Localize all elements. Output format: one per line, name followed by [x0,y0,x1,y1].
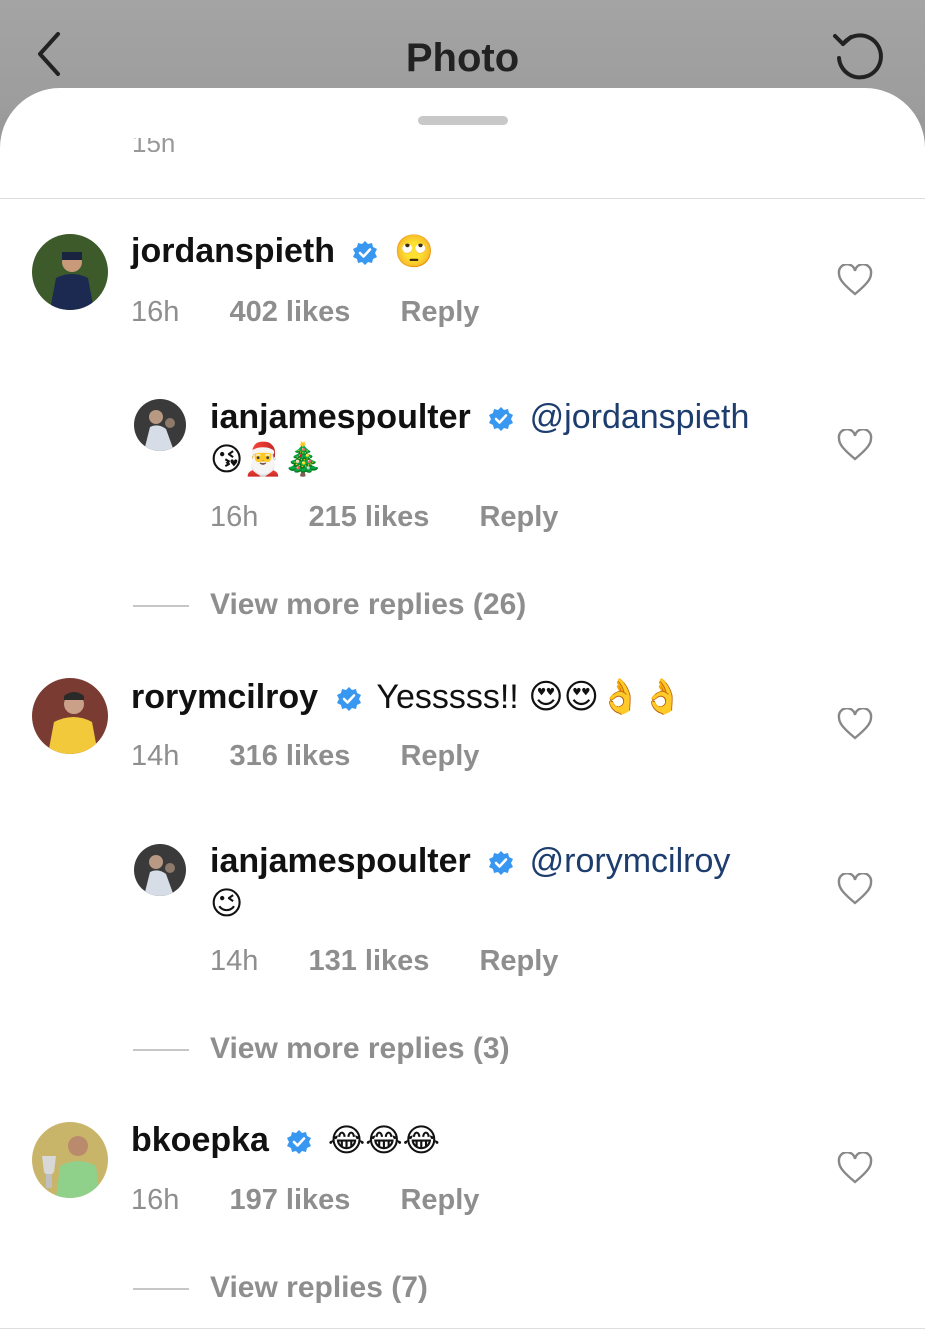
comment-line: jordanspieth 🙄 [131,232,434,271]
comments-sheet: 15h jordanspieth 🙄 16h 402 likes Reply [0,88,925,1337]
divider [0,198,925,199]
mention-link[interactable]: @jordanspieth [530,398,750,436]
reply-button[interactable]: Reply [479,945,558,977]
reply-text: 😘🎅🎄 [210,441,324,477]
reply-likes[interactable]: 131 likes [308,945,429,977]
mention-link[interactable]: @rorymcilroy [530,842,731,880]
verified-badge-icon [489,407,514,432]
avatar-rorymcilroy[interactable] [32,678,108,754]
reply-time: 16h [210,501,259,533]
divider-line [133,1049,189,1051]
avatar-bkoepka[interactable] [32,1122,108,1198]
cut-off-timestamp: 15h [132,138,175,152]
verified-badge-icon [353,241,378,266]
verified-badge-icon [336,687,361,712]
reply-text: 😉 [210,885,244,921]
comment-line: rorymcilroy Yesssss!! 😍😍👌👌 [131,677,684,717]
reply-meta: 14h 131 likes Reply [210,945,600,978]
reply-button[interactable]: Reply [400,740,479,772]
sheet-drag-handle[interactable] [418,116,508,125]
reply-button[interactable]: Reply [479,501,558,533]
verified-badge-icon [489,851,514,876]
comment-likes[interactable]: 316 likes [229,740,350,772]
page-title: Photo [405,36,520,80]
comment-username[interactable]: jordanspieth [131,232,335,270]
reply-line: ianjamespoulter @rorymcilroy [210,842,730,881]
view-replies-button[interactable]: View replies (7) [210,1271,428,1305]
divider-line [133,1288,189,1290]
like-heart-icon[interactable] [837,708,873,740]
reply-username[interactable]: ianjamespoulter [210,842,471,880]
verified-badge-icon [287,1130,312,1155]
comment-likes[interactable]: 402 likes [229,296,350,328]
like-heart-icon[interactable] [837,429,873,461]
avatar-ianjamespoulter[interactable] [134,399,186,451]
refresh-icon[interactable] [831,28,887,84]
comment-meta: 16h 197 likes Reply [131,1184,521,1217]
reply-line: ianjamespoulter @jordanspieth [210,398,749,437]
avatar-ianjamespoulter[interactable] [134,844,186,896]
like-heart-icon[interactable] [837,873,873,905]
comment-meta: 14h 316 likes Reply [131,740,521,773]
comment-text: 🙄 [393,233,434,269]
view-more-replies-button[interactable]: View more replies (3) [210,1032,510,1066]
divider-line [133,605,189,607]
reply-button[interactable]: Reply [400,1184,479,1216]
comment-text: 😂😂😂 [327,1122,441,1158]
comment-time: 16h [131,296,180,328]
comment-time: 16h [131,1184,180,1216]
comment-username[interactable]: rorymcilroy [131,678,318,716]
view-more-replies-button[interactable]: View more replies (26) [210,588,526,622]
comment-meta: 16h 402 likes Reply [131,296,521,329]
reply-meta: 16h 215 likes Reply [210,501,600,534]
divider [0,1328,925,1329]
reply-button[interactable]: Reply [400,296,479,328]
comment-text: Yesssss!! 😍😍👌👌 [376,678,684,716]
comment-likes[interactable]: 197 likes [229,1184,350,1216]
reply-likes[interactable]: 215 likes [308,501,429,533]
comment-line: bkoepka 😂😂😂 [131,1121,440,1160]
like-heart-icon[interactable] [837,264,873,296]
reply-time: 14h [210,945,259,977]
comment-time: 14h [131,740,180,772]
comment-username[interactable]: bkoepka [131,1121,269,1159]
like-heart-icon[interactable] [837,1152,873,1184]
avatar-jordanspieth[interactable] [32,234,108,310]
reply-username[interactable]: ianjamespoulter [210,398,471,436]
